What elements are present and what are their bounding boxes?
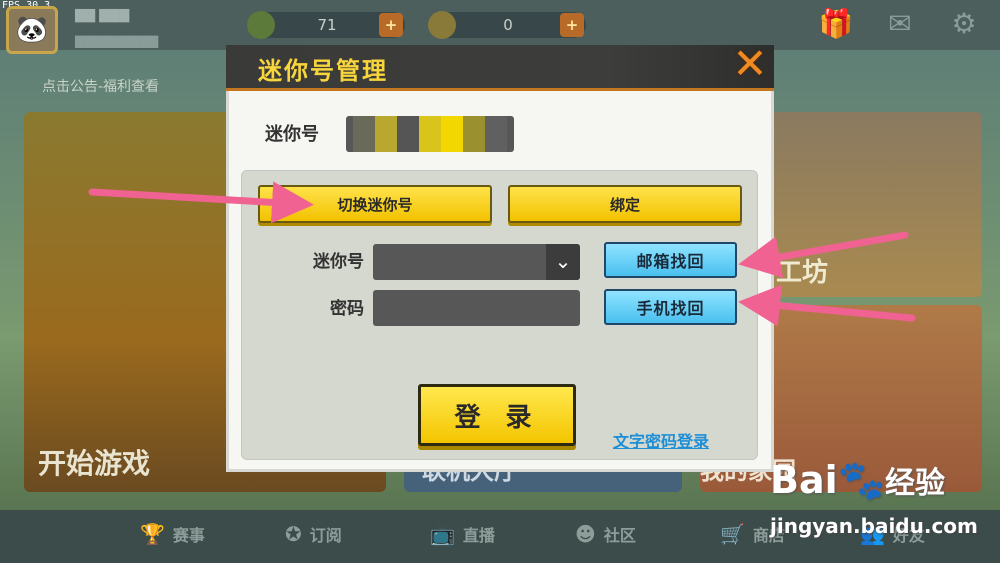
nav-community[interactable]: ☻ 社区 — [575, 522, 636, 546]
watermark-brand: Bai — [770, 458, 838, 502]
baidu-watermark: Bai🐾经验 — [770, 458, 945, 502]
email-recover-button[interactable]: 邮箱找回 — [604, 242, 737, 278]
text-password-login-link[interactable]: 文字密码登录 — [613, 428, 709, 452]
switch-account-button[interactable]: 切换迷你号 — [258, 185, 492, 223]
player-id: ▇▇▇▇▇▇▇▇▇ — [75, 34, 159, 48]
account-select[interactable]: ⌄ — [373, 244, 580, 280]
current-mini-id-value — [346, 116, 514, 152]
nav-events[interactable]: 🏆 赛事 — [140, 522, 205, 546]
start-game-label: 开始游戏 — [38, 447, 151, 480]
settings-gear-icon[interactable]: ⚙ — [946, 8, 982, 40]
add-coins-button[interactable]: + — [560, 13, 584, 37]
watermark-url: jingyan.baidu.com — [770, 514, 978, 538]
mail-icon[interactable]: ✉ — [882, 8, 918, 40]
coin-icon — [428, 11, 456, 39]
beans-value: 71 — [317, 16, 337, 34]
dialog-header: 迷你号管理 — [226, 45, 774, 91]
chevron-down-icon[interactable]: ⌄ — [546, 244, 580, 280]
bind-button[interactable]: 绑定 — [508, 185, 742, 223]
avatar[interactable]: 🐼 — [6, 6, 58, 54]
nav-events-label: 赛事 — [172, 526, 205, 545]
account-field-label: 迷你号 — [313, 252, 364, 272]
workshop-label: 工坊 — [776, 258, 829, 288]
trophy-icon: 🏆 — [140, 522, 165, 546]
nav-subscribe[interactable]: ✪ 订阅 — [285, 522, 342, 546]
watermark-suffix: 经验 — [884, 466, 945, 501]
nav-community-label: 社区 — [603, 526, 636, 545]
nav-subscribe-label: 订阅 — [309, 526, 342, 545]
dialog-title: 迷你号管理 — [258, 57, 388, 85]
badge-icon: ✪ — [285, 522, 302, 546]
password-input[interactable] — [373, 290, 580, 326]
bean-icon — [247, 11, 275, 39]
nav-live-label: 直播 — [462, 526, 495, 545]
nav-live[interactable]: 📺 直播 — [430, 522, 495, 546]
beans-counter: 71 + — [247, 11, 405, 39]
notice-text[interactable]: 点击公告-福利查看 — [42, 76, 159, 96]
close-icon[interactable]: ✕ — [731, 43, 769, 85]
password-field-label: 密码 — [330, 299, 364, 319]
current-mini-id-label: 迷你号 — [265, 124, 319, 145]
cart-icon: 🛒 — [720, 522, 745, 546]
coins-counter: 0 + — [428, 11, 586, 39]
login-button[interactable]: 登 录 — [418, 384, 576, 446]
community-icon: ☻ — [575, 522, 596, 546]
tv-icon: 📺 — [430, 522, 455, 546]
player-name: ▇▇ ▇▇▇ — [75, 8, 130, 23]
gift-icon[interactable]: 🎁 — [818, 8, 854, 40]
add-beans-button[interactable]: + — [379, 13, 403, 37]
coins-value: 0 — [503, 16, 513, 34]
phone-recover-button[interactable]: 手机找回 — [604, 289, 737, 325]
